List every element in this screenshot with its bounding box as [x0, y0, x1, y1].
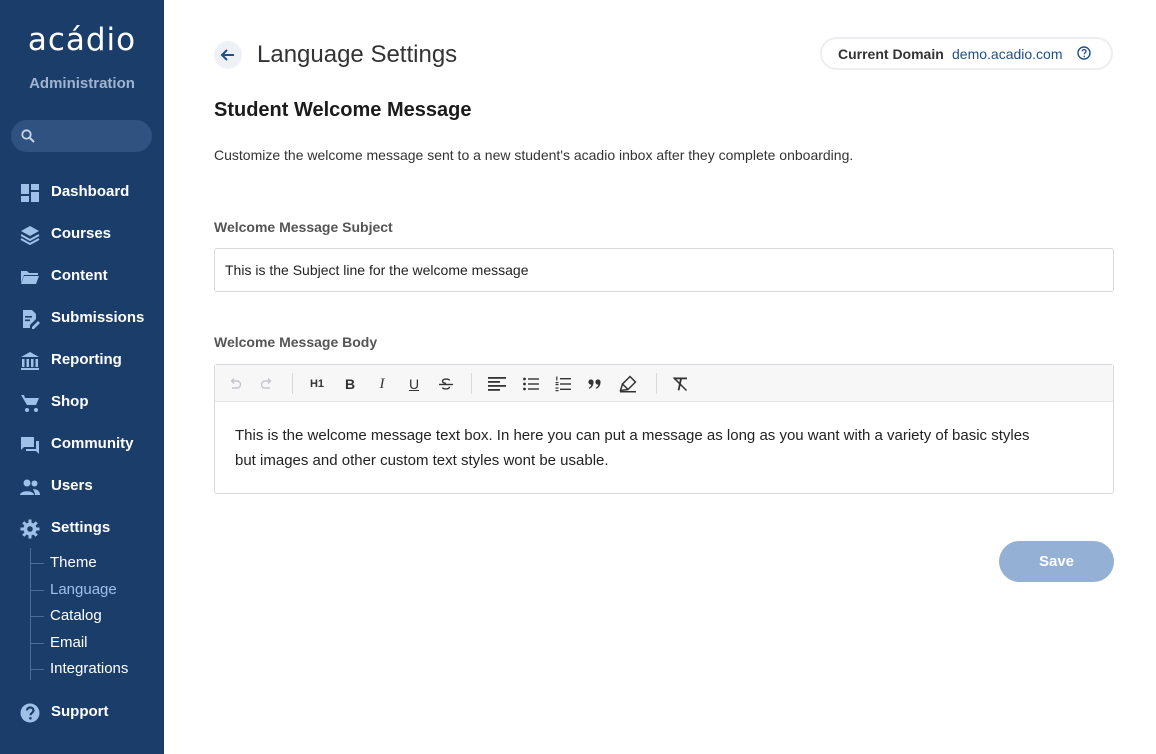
users-icon [20, 479, 40, 495]
help-circle-icon [20, 703, 40, 723]
sidebar-item-label: Reporting [51, 351, 122, 368]
subject-label: Welcome Message Subject [214, 219, 393, 235]
highlighter-icon [619, 375, 637, 393]
undo-button[interactable] [225, 374, 245, 394]
bullet-list-icon [523, 377, 539, 391]
sidebar-item-label: Courses [51, 225, 112, 242]
strikethrough-icon [439, 378, 453, 390]
subnav-tick [30, 643, 44, 644]
toolbar-divider [292, 373, 293, 394]
sidebar-item-courses[interactable]: Courses [0, 216, 164, 252]
search-icon [21, 129, 35, 143]
sidebar-item-label: Submissions [51, 309, 145, 326]
sidebar-item-settings[interactable]: Settings [0, 510, 164, 546]
sidebar-subtitle: Administration [29, 75, 135, 92]
section-title: Student Welcome Message [214, 99, 472, 121]
help-icon[interactable] [1077, 46, 1091, 60]
sidebar: acádio Administration Dashboard Courses [0, 0, 164, 754]
sidebar-item-users[interactable]: Users [0, 468, 164, 504]
numbered-list-icon [555, 376, 571, 392]
bank-icon [21, 352, 39, 370]
save-button[interactable]: Save [999, 541, 1114, 582]
heading-button[interactable]: H1 [307, 374, 327, 394]
cart-icon [21, 395, 39, 412]
domain-label: Current Domain [838, 46, 944, 62]
gear-icon [20, 519, 40, 539]
sidebar-item-reporting[interactable]: Reporting [0, 342, 164, 378]
strikethrough-button[interactable] [436, 374, 456, 394]
sidebar-item-support[interactable]: Support [0, 694, 164, 730]
undo-icon [230, 378, 242, 389]
sidebar-item-label: Shop [51, 393, 89, 410]
sidebar-item-label: Community [51, 435, 134, 452]
sidebar-item-community[interactable]: Community [0, 426, 164, 462]
clear-format-icon [672, 376, 688, 392]
highlight-button[interactable] [618, 374, 638, 394]
page-title: Language Settings [257, 41, 458, 68]
editor-text-line: but images and other custom text styles … [235, 452, 609, 469]
sidebar-item-submissions[interactable]: Submissions [0, 300, 164, 336]
edit-document-icon [23, 310, 40, 329]
clear-formatting-button[interactable] [670, 374, 690, 394]
bold-button[interactable]: B [340, 374, 360, 394]
sidebar-subitem-label: Language [50, 581, 117, 598]
editor-content[interactable]: This is the welcome message text box. In… [235, 423, 1095, 473]
subnav-tick [30, 563, 44, 564]
section-description: Customize the welcome message sent to a … [214, 147, 854, 163]
folder-icon [21, 271, 39, 284]
sidebar-item-label: Settings [51, 519, 111, 536]
numbered-list-button[interactable] [553, 374, 573, 394]
redo-icon [260, 378, 272, 389]
sidebar-item-label: Dashboard [51, 183, 130, 200]
sidebar-item-shop[interactable]: Shop [0, 384, 164, 420]
underline-button[interactable]: U [404, 374, 424, 394]
rich-text-editor: H1 B I U This is the welcome message tex… [214, 364, 1114, 494]
sidebar-subitem-label: Catalog [50, 607, 102, 624]
sidebar-item-label: Support [51, 703, 109, 720]
subnav-tick [30, 669, 44, 670]
italic-button[interactable]: I [372, 374, 392, 394]
sidebar-item-dashboard[interactable]: Dashboard [0, 174, 164, 210]
subject-input[interactable] [214, 248, 1114, 292]
arrow-left-icon [220, 49, 234, 61]
acadio-logo[interactable]: acádio [0, 22, 164, 58]
back-button[interactable] [214, 41, 242, 69]
redo-button[interactable] [257, 374, 277, 394]
sidebar-subitem-label: Theme [50, 554, 97, 571]
editor-text-line: This is the welcome message text box. In… [235, 427, 1030, 444]
body-label: Welcome Message Body [214, 334, 378, 350]
dashboard-icon [21, 184, 39, 202]
align-left-icon [488, 377, 506, 391]
sidebar-item-label: Users [51, 477, 93, 494]
sidebar-subitem-label: Integrations [50, 660, 129, 677]
sidebar-subitem-label: Email [50, 634, 88, 651]
toolbar-divider [656, 373, 657, 394]
settings-subnav-line [30, 548, 31, 680]
align-left-button[interactable] [487, 374, 507, 394]
toolbar-divider [471, 373, 472, 394]
quote-icon [588, 379, 601, 389]
subnav-tick [30, 590, 44, 591]
chat-icon [21, 437, 39, 454]
sidebar-item-content[interactable]: Content [0, 258, 164, 294]
subnav-tick [30, 616, 44, 617]
layers-icon [20, 226, 40, 245]
sidebar-item-label: Content [51, 267, 108, 284]
domain-value[interactable]: demo.acadio.com [952, 46, 1063, 62]
blockquote-button[interactable] [585, 374, 605, 394]
editor-toolbar: H1 B I U [215, 365, 1113, 402]
current-domain-badge: Current Domain demo.acadio.com [820, 37, 1113, 70]
search-input[interactable] [11, 120, 152, 152]
bullet-list-button[interactable] [521, 374, 541, 394]
